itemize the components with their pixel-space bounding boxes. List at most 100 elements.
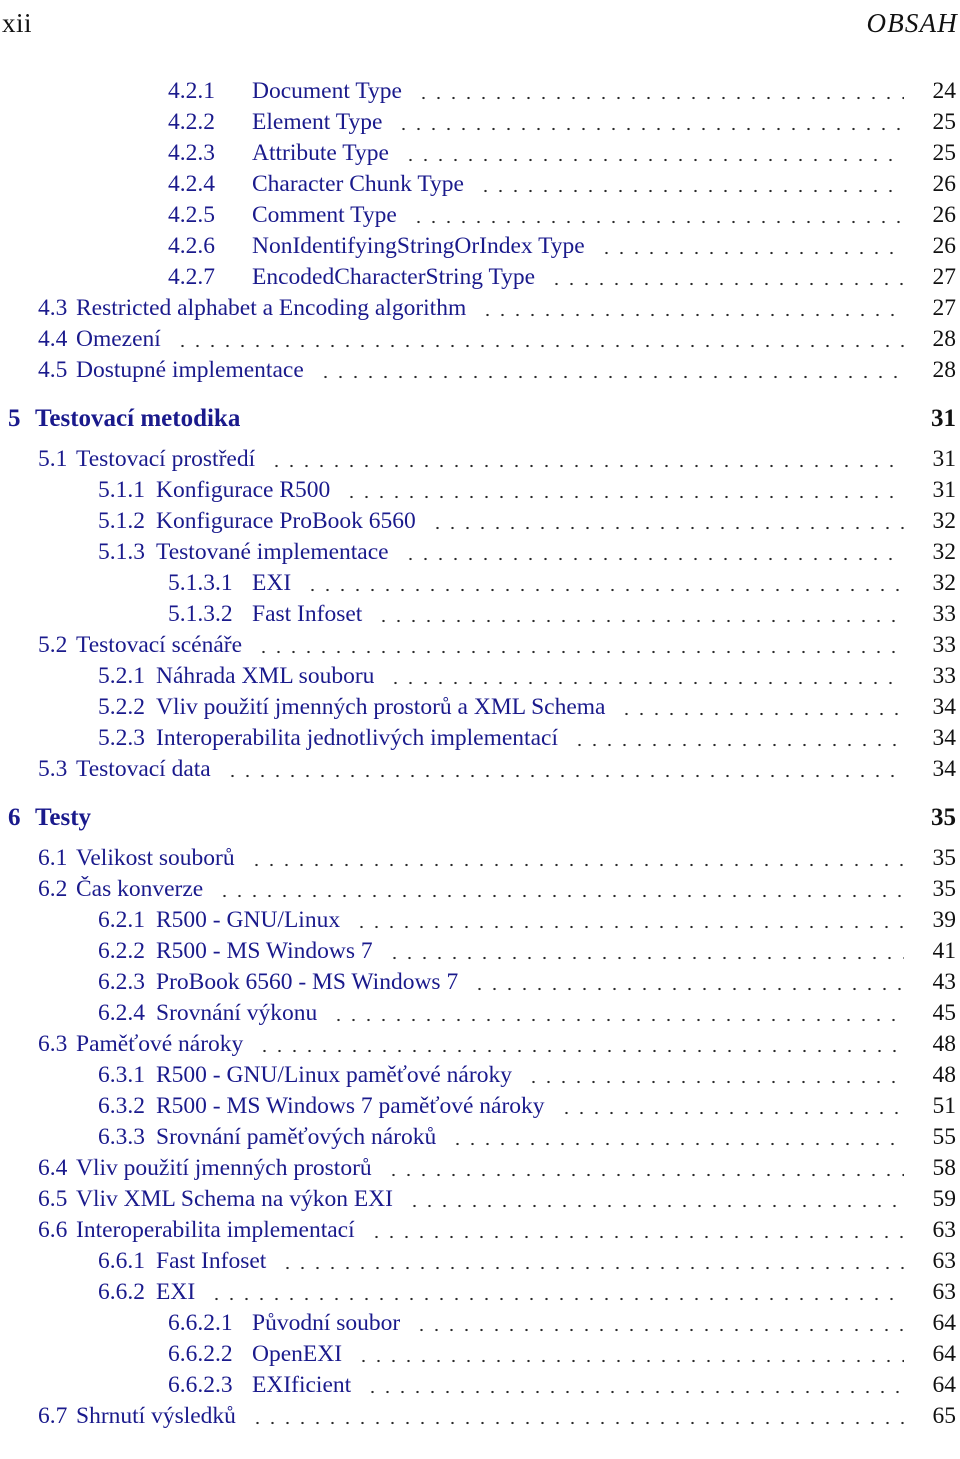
toc-entry[interactable]: 6.2.3 ProBook 6560 - MS Windows 7 43 bbox=[0, 969, 960, 1000]
toc-entry-number: 6.6.2 bbox=[98, 1279, 145, 1305]
toc-dot-leader bbox=[248, 861, 904, 868]
toc-entry-page-number: 41 bbox=[932, 938, 957, 964]
toc-entry-title: Fast Infoset bbox=[156, 1248, 267, 1274]
toc-dot-leader bbox=[365, 1388, 904, 1395]
toc-entry[interactable]: 6.4 Vliv použití jmenných prostorů 58 bbox=[0, 1155, 960, 1186]
toc-entry[interactable]: 4.2.2 Element Type 25 bbox=[0, 109, 960, 140]
toc-entry[interactable]: 6.6 Interoperabilita implementací 63 bbox=[0, 1217, 960, 1248]
toc-entry-title: Paměťové nároky bbox=[76, 1031, 244, 1057]
toc-entry-number: 5.1.2 bbox=[98, 508, 145, 534]
toc-entry[interactable]: 5.2.1 Náhrada XML souboru 33 bbox=[0, 663, 960, 694]
toc-entry-page-number: 64 bbox=[932, 1310, 957, 1336]
toc-entry-title: Document Type bbox=[252, 78, 402, 104]
toc-entry-title: Restricted alphabet a Encoding algorithm bbox=[76, 295, 467, 321]
toc-entry-number: 5.1.1 bbox=[98, 477, 145, 503]
toc-dot-leader bbox=[305, 586, 904, 593]
toc-entry[interactable]: 6.2.4 Srovnání výkonu 45 bbox=[0, 1000, 960, 1031]
toc-entry-page-number: 26 bbox=[932, 202, 957, 228]
toc-entry[interactable]: 6.1 Velikost souborů 35 bbox=[0, 845, 960, 876]
toc-entry-title: R500 - GNU/Linux paměťové nároky bbox=[156, 1062, 512, 1088]
toc-entry-title: Testovací prostředí bbox=[76, 446, 256, 472]
toc-entry[interactable]: 5.1.3.1 EXI 32 bbox=[0, 570, 960, 601]
toc-entry[interactable]: 6.7 Shrnutí výsledků 65 bbox=[0, 1403, 960, 1434]
toc-entry[interactable]: 5.1 Testovací prostředí 31 bbox=[0, 446, 960, 477]
toc-dot-leader bbox=[174, 342, 904, 349]
toc-entry[interactable]: 6.6.2.3 EXIficient 64 bbox=[0, 1372, 960, 1403]
toc-entry-page-number: 32 bbox=[932, 570, 957, 596]
toc-entry-page-number: 31 bbox=[931, 405, 956, 432]
toc-entry-title: Vliv použití jmenných prostorů bbox=[76, 1155, 372, 1181]
toc-entry[interactable]: 5 Testovací metodika 31 bbox=[0, 405, 960, 443]
toc-entry-page-number: 27 bbox=[932, 295, 957, 321]
toc-entry-title: Element Type bbox=[252, 109, 383, 135]
running-header-title: OBSAH bbox=[866, 8, 958, 38]
toc-dot-leader bbox=[280, 1264, 904, 1271]
toc-entry-number: 6.3.2 bbox=[98, 1093, 145, 1119]
toc-entry[interactable]: 5.2 Testovací scénáře 33 bbox=[0, 632, 960, 663]
toc-entry[interactable]: 4.3 Restricted alphabet a Encoding algori… bbox=[0, 295, 960, 326]
toc-entry-page-number: 64 bbox=[932, 1341, 957, 1367]
toc-entry[interactable]: 6.3.1 R500 - GNU/Linux paměťové nároky 48 bbox=[0, 1062, 960, 1093]
toc-entry-page-number: 35 bbox=[931, 804, 956, 831]
toc-entry[interactable]: 4.2.5 Comment Type 26 bbox=[0, 202, 960, 233]
toc-entry-page-number: 26 bbox=[932, 233, 957, 259]
toc-entry-title: Dostupné implementace bbox=[76, 357, 304, 383]
toc-entry-page-number: 32 bbox=[932, 508, 957, 534]
toc-entry[interactable]: 4.2.1 Document Type 24 bbox=[0, 78, 960, 109]
toc-entry-title: OpenEXI bbox=[252, 1341, 343, 1367]
toc-entry[interactable]: 6.3.2 R500 - MS Windows 7 paměťové nároky… bbox=[0, 1093, 960, 1124]
toc-dot-leader bbox=[558, 1109, 904, 1116]
toc-dot-leader bbox=[571, 741, 904, 748]
toc-entry[interactable]: 4.5 Dostupné implementace 28 bbox=[0, 357, 960, 388]
toc-entry[interactable]: 5.2.2 Vliv použití jmenných prostorů a XM… bbox=[0, 694, 960, 725]
toc-entry-number: 5.1.3 bbox=[98, 539, 145, 565]
toc-entry[interactable]: 4.2.4 Character Chunk Type 26 bbox=[0, 171, 960, 202]
toc-entry-title: Konfigurace ProBook 6560 bbox=[156, 508, 416, 534]
toc-entry[interactable]: 6.2.1 R500 - GNU/Linux 39 bbox=[0, 907, 960, 938]
toc-entry[interactable]: 6 Testy 35 bbox=[0, 804, 960, 842]
toc-dot-leader bbox=[269, 462, 904, 469]
toc-dot-leader bbox=[209, 1295, 904, 1302]
toc-entry[interactable]: 5.1.2 Konfigurace ProBook 6560 32 bbox=[0, 508, 960, 539]
toc-entry[interactable]: 6.3 Paměťové nároky 48 bbox=[0, 1031, 960, 1062]
toc-entry[interactable]: 5.1.1 Konfigurace R500 31 bbox=[0, 477, 960, 508]
toc-entry-page-number: 31 bbox=[932, 477, 957, 503]
toc-entry-page-number: 63 bbox=[932, 1248, 957, 1274]
toc-dot-leader bbox=[549, 280, 904, 287]
toc-entry-page-number: 27 bbox=[932, 264, 957, 290]
toc-entry[interactable]: 5.2.3 Interoperabilita jednotlivých imple… bbox=[0, 725, 960, 756]
toc-entry[interactable]: 6.6.1 Fast Infoset 63 bbox=[0, 1248, 960, 1279]
toc-entry-title: Character Chunk Type bbox=[252, 171, 464, 197]
toc-entry[interactable]: 6.2 Čas konverze 35 bbox=[0, 876, 960, 907]
toc-dot-leader bbox=[619, 710, 904, 717]
toc-entry[interactable]: 6.6.2.1 Původní soubor 64 bbox=[0, 1310, 960, 1341]
toc-dot-leader bbox=[598, 249, 904, 256]
toc-entry[interactable]: 4.2.7 EncodedCharacterString Type 27 bbox=[0, 264, 960, 295]
toc-entry[interactable]: 4.2.3 Attribute Type 25 bbox=[0, 140, 960, 171]
toc-entry-page-number: 39 bbox=[932, 907, 957, 933]
toc-entry[interactable]: 6.5 Vliv XML Schema na výkon EXI 59 bbox=[0, 1186, 960, 1217]
toc-entry[interactable]: 6.2.2 R500 - MS Windows 7 41 bbox=[0, 938, 960, 969]
toc-dot-leader bbox=[480, 311, 904, 318]
toc-dot-leader bbox=[410, 218, 904, 225]
toc-entry[interactable]: 5.3 Testovací data 34 bbox=[0, 756, 960, 787]
toc-entry[interactable]: 4.4 Omezení 28 bbox=[0, 326, 960, 357]
toc-entry[interactable]: 5.1.3.2 Fast Infoset 33 bbox=[0, 601, 960, 632]
toc-entry-page-number: 31 bbox=[932, 446, 957, 472]
toc-entry-page-number: 59 bbox=[932, 1186, 957, 1212]
toc-entry-number: 5.2.2 bbox=[98, 694, 145, 720]
toc-entry-page-number: 25 bbox=[932, 140, 957, 166]
toc-entry-number: 6 bbox=[8, 804, 21, 831]
toc-entry-page-number: 33 bbox=[932, 663, 957, 689]
toc-entry-title: EXI bbox=[252, 570, 292, 596]
toc-entry-number: 6.2.3 bbox=[98, 969, 145, 995]
toc-entry[interactable]: 6.6.2 EXI 63 bbox=[0, 1279, 960, 1310]
toc-entry[interactable]: 6.3.3 Srovnání paměťových nároků 55 bbox=[0, 1124, 960, 1155]
toc-entry[interactable]: 4.2.6 NonIdentifyingStringOrIndex Type 26 bbox=[0, 233, 960, 264]
toc-entry[interactable]: 6.6.2.2 OpenEXI 64 bbox=[0, 1341, 960, 1372]
toc-entry-number: 4.4 bbox=[38, 326, 68, 352]
toc-entry[interactable]: 5.1.3 Testované implementace 32 bbox=[0, 539, 960, 570]
toc-entry-number: 6.3 bbox=[38, 1031, 68, 1057]
toc-dot-leader bbox=[317, 373, 904, 380]
toc-entry-title: NonIdentifyingStringOrIndex Type bbox=[252, 233, 585, 259]
